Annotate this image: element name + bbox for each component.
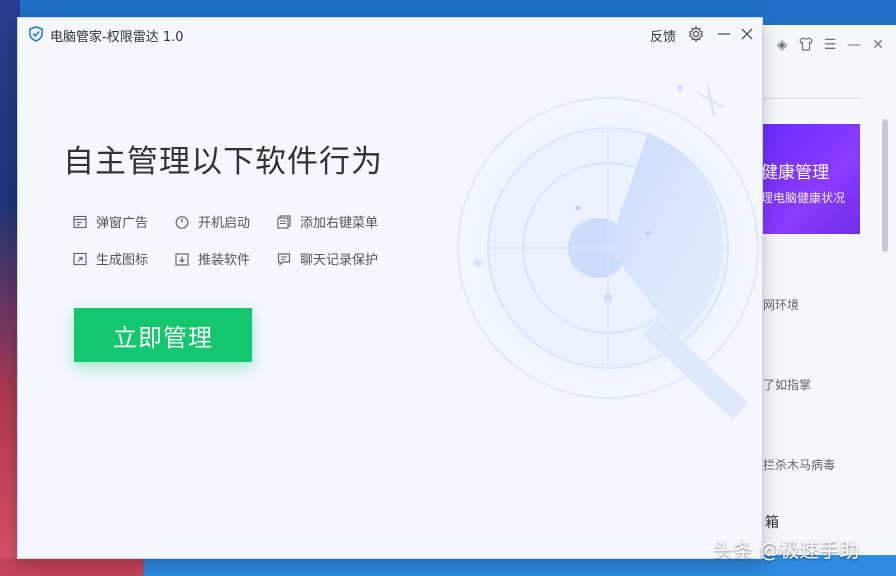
banner-subtitle: 理电脑健康状况 [761, 191, 846, 205]
health-banner[interactable]: 健康管理 理电脑健康状况 [761, 124, 860, 234]
title-bar[interactable]: 电脑管家-权限雷达 1.0 反馈 [18, 18, 762, 50]
menu-icon[interactable]: ☰ [821, 36, 839, 54]
banner-title: 健康管理 [761, 163, 829, 183]
close-icon[interactable] [738, 25, 756, 43]
feature-label: 开机启动 [198, 216, 251, 231]
feature-label: 推装软件 [198, 253, 251, 268]
feature-label: 聊天记录保护 [300, 253, 379, 268]
feature-bundled-install: 推装软件 [174, 249, 250, 268]
divider [761, 98, 861, 99]
headline: 自主管理以下软件行为 [63, 144, 383, 180]
feature-chat-protect: 聊天记录保护 [276, 249, 378, 268]
manage-now-button[interactable]: 立即管理 [74, 308, 252, 362]
diamond-icon[interactable]: ◈ [773, 36, 791, 54]
shortcut-icon [73, 252, 87, 265]
skin-icon[interactable] [797, 36, 815, 54]
download-install-icon [175, 252, 189, 266]
feature-popup-ad: 弹窗广告 [72, 212, 148, 231]
feature-label: 添加右键菜单 [300, 216, 379, 231]
permission-radar-window: 电脑管家-权限雷达 1.0 反馈 自主管理以下软件行为 弹窗广告 开机启动 添加… [18, 18, 762, 558]
toolbox-label: 箱 [765, 515, 779, 531]
background-window[interactable]: ◈ ☰ — ✕ 健康管理 理电脑健康状况 网环境 了如指掌 拦杀木马病毒 箱 [740, 25, 896, 555]
list-item: 了如指掌 [763, 378, 812, 392]
minimize-icon[interactable] [715, 25, 733, 43]
list-item: 网环境 [763, 298, 800, 312]
minimize-icon[interactable]: — [845, 36, 863, 54]
shield-logo-icon [29, 26, 43, 42]
feature-shortcut: 生成图标 [72, 249, 148, 268]
popup-ad-icon [73, 215, 87, 228]
close-icon[interactable]: ✕ [869, 36, 887, 54]
window-title: 电脑管家-权限雷达 1.0 [50, 30, 184, 45]
desktop-background-left [0, 0, 20, 576]
feature-startup: 开机启动 [174, 212, 250, 231]
power-icon [175, 215, 189, 229]
feedback-link[interactable]: 反馈 [650, 26, 676, 45]
scrollbar[interactable] [882, 119, 888, 252]
feature-context-menu: 添加右键菜单 [276, 212, 378, 231]
context-menu-icon [277, 214, 291, 229]
list-item: 拦杀木马病毒 [763, 458, 836, 472]
settings-gear-icon[interactable] [687, 25, 705, 43]
background-window-toolbar: ◈ ☰ — ✕ [741, 25, 896, 65]
feature-label: 弹窗广告 [96, 216, 149, 231]
feature-label: 生成图标 [96, 253, 149, 268]
radar-illustration [448, 78, 762, 420]
watermark-text: 头条 @极速手助 [713, 538, 860, 562]
chat-icon [277, 252, 291, 266]
